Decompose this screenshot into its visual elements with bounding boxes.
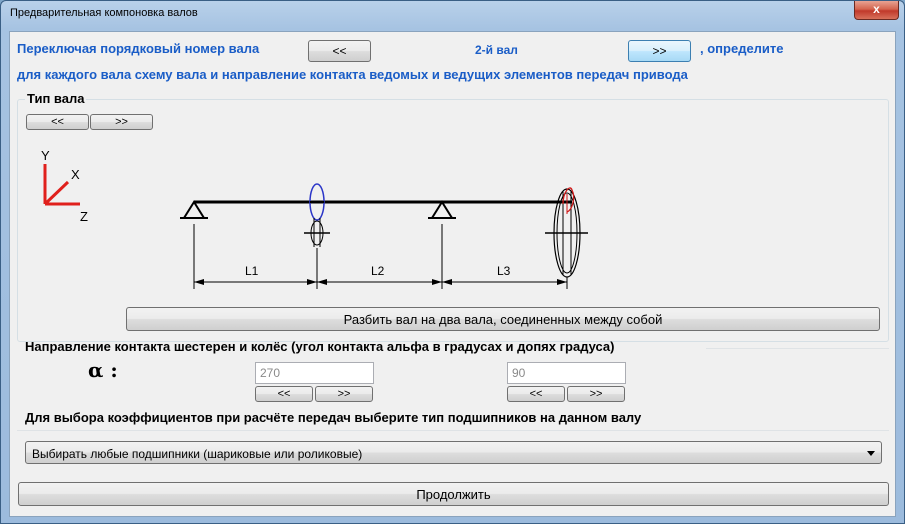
axis-z-label: Z (80, 209, 88, 224)
dimension-l3-label: L3 (497, 264, 511, 278)
right-support-icon (428, 200, 456, 219)
axes-icon: Y X Z (41, 148, 88, 224)
contact-direction-title: Направление контакта шестерен и колёс (у… (25, 339, 615, 354)
shaft-diagram: Y X Z L1 L2 L3 (41, 148, 588, 289)
close-icon: x (873, 2, 880, 16)
angle-2-input[interactable] (507, 362, 626, 384)
continue-button[interactable]: Продолжить (18, 482, 889, 506)
window-title: Предварительная компоновка валов (10, 7, 198, 19)
gear-1-icon (304, 183, 330, 247)
dimension-lines: L1 L2 L3 (193, 224, 568, 289)
bearings-divider (17, 430, 889, 431)
bearings-title: Для выбора коэффициентов при расчёте пер… (25, 410, 642, 425)
axis-y-label: Y (41, 148, 50, 163)
split-shaft-button[interactable]: Разбить вал на два вала, соединенных меж… (126, 307, 880, 331)
dimension-l2-label: L2 (371, 264, 385, 278)
alpha-label: α : (88, 358, 118, 382)
title-bar: Предварительная компоновка валов x (1, 1, 904, 27)
angle-1-input[interactable] (255, 362, 374, 384)
contact-divider (706, 348, 889, 349)
angle-2-prev-button[interactable]: << (507, 386, 565, 402)
angle-1-prev-button[interactable]: << (255, 386, 313, 402)
axis-x-label: X (71, 167, 80, 182)
dialog-window: Предварительная компоновка валов x Перек… (0, 0, 905, 524)
dimension-l1-label: L1 (245, 264, 259, 278)
angle-2-next-button[interactable]: >> (567, 386, 625, 402)
chevron-down-icon[interactable] (867, 451, 875, 456)
dialog-client: Переключая порядковый номер вала << 2-й … (9, 31, 896, 517)
bearing-type-select[interactable]: Выбирать любые подшипники (шариковые или… (25, 441, 882, 464)
angle-1-next-button[interactable]: >> (315, 386, 373, 402)
left-support-icon (180, 200, 208, 219)
bearing-type-selected: Выбирать любые подшипники (шариковые или… (32, 447, 363, 461)
close-button[interactable]: x (854, 1, 899, 20)
